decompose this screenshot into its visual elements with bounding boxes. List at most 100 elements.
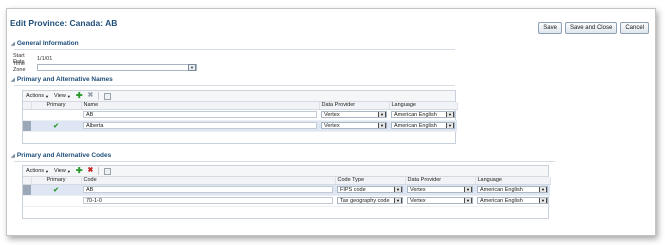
caret-down-icon: ▼ <box>66 168 71 174</box>
col-code[interactable]: Code <box>81 177 336 185</box>
time-zone-select[interactable]: ▼ <box>37 63 197 71</box>
provider-cell: Vertex ▼ <box>319 109 389 121</box>
codes-toolbar: Actions ▼ View ▼ ✚ ✖ <box>23 166 548 177</box>
name-input[interactable]: AB <box>83 111 317 118</box>
row-marker[interactable] <box>23 120 31 132</box>
provider-cell: Vertex ▼ <box>405 184 475 196</box>
language-cell: American English ▼ <box>389 120 457 132</box>
cancel-button[interactable]: Cancel <box>620 22 649 34</box>
time-zone-label: Time Zone <box>13 61 26 73</box>
disclosure-triangle-icon[interactable]: ◢ <box>11 41 15 47</box>
name-input[interactable]: Alberta <box>83 122 317 129</box>
data-provider-value: Vertex <box>324 123 340 129</box>
table-row[interactable]: 70-1-0 Tax geography code ▼ Vertex ▼ Ameri… <box>23 195 550 207</box>
caret-down-icon: ▼ <box>45 93 50 99</box>
chevron-down-icon[interactable]: ▼ <box>539 198 547 203</box>
provider-cell: Vertex ▼ <box>405 195 475 207</box>
language-cell: American English ▼ <box>475 184 550 196</box>
section-divider <box>14 49 455 50</box>
row-marker[interactable] <box>23 184 31 196</box>
disclosure-triangle-icon[interactable]: ◢ <box>11 77 15 83</box>
chevron-down-icon[interactable]: ▼ <box>378 112 386 117</box>
code-type-value: Tax geography code <box>340 198 390 204</box>
primary-cell: ✔ <box>31 184 81 196</box>
name-cell: AB <box>81 109 319 121</box>
codes-section-title: Primary and Alternative Codes <box>16 152 112 159</box>
plus-icon[interactable]: ✚ <box>76 92 83 100</box>
col-primary[interactable]: Primary <box>31 102 82 110</box>
top-button-bar: Save Save and Close Cancel <box>538 22 649 34</box>
code-cell: 70-1-0 <box>81 195 335 207</box>
actions-menu[interactable]: Actions ▼ <box>26 168 49 174</box>
col-primary[interactable]: Primary <box>31 177 82 185</box>
row-marker[interactable] <box>23 109 31 121</box>
primary-cell: ✔ <box>31 120 81 132</box>
page-title: Edit Province: Canada: AB <box>10 18 118 28</box>
chevron-down-icon[interactable]: ▼ <box>446 112 454 117</box>
codes-table: Primary Code Code Type Data Provider Lan… <box>23 177 551 207</box>
save-and-close-button[interactable]: Save and Close <box>564 22 618 34</box>
section-divider <box>14 161 555 162</box>
language-select[interactable]: American English ▼ <box>391 122 455 129</box>
checkmark-icon: ✔ <box>53 186 59 194</box>
plus-icon[interactable]: ✚ <box>76 167 83 175</box>
col-language[interactable]: Language <box>475 177 551 185</box>
data-provider-select[interactable]: Vertex ▼ <box>321 111 387 118</box>
row-marker[interactable] <box>23 195 31 207</box>
language-value: American English <box>394 123 437 129</box>
x-icon[interactable]: ✖ <box>88 167 94 175</box>
names-section-title: Primary and Alternative Names <box>16 76 113 83</box>
chevron-down-icon[interactable]: ▼ <box>394 198 402 203</box>
col-code-type[interactable]: Code Type <box>335 177 406 185</box>
chevron-down-icon[interactable]: ▼ <box>378 123 386 128</box>
actions-menu[interactable]: Actions ▼ <box>26 93 49 99</box>
caret-down-icon: ▼ <box>45 168 50 174</box>
row-marker-header <box>23 102 32 110</box>
actions-menu-label: Actions <box>26 168 45 174</box>
code-type-cell: Tax geography code ▼ <box>335 195 405 207</box>
chevron-down-icon[interactable]: ▼ <box>394 187 402 192</box>
col-data-provider[interactable]: Data Provider <box>405 177 476 185</box>
data-provider-select[interactable]: Vertex ▼ <box>407 197 473 204</box>
view-menu[interactable]: View ▼ <box>54 168 71 174</box>
language-value: American English <box>480 198 523 204</box>
language-select[interactable]: American English ▼ <box>391 111 455 118</box>
disclosure-triangle-icon[interactable]: ◢ <box>11 153 15 159</box>
codes-section-header[interactable]: ◢ Primary and Alternative Codes <box>11 152 111 159</box>
names-section-header[interactable]: ◢ Primary and Alternative Names <box>11 76 113 83</box>
chevron-down-icon[interactable]: ▼ <box>446 123 454 128</box>
code-type-select[interactable]: FIPS code ▼ <box>337 186 403 193</box>
code-type-value: FIPS code <box>340 187 366 193</box>
table-row[interactable]: AB Vertex ▼ American English ▼ <box>23 109 457 121</box>
language-value: American English <box>394 112 437 118</box>
col-data-provider[interactable]: Data Provider <box>319 102 390 110</box>
chevron-down-icon[interactable]: ▼ <box>539 187 547 192</box>
chevron-down-icon[interactable]: ▼ <box>188 63 196 71</box>
code-input[interactable]: AB <box>83 186 333 193</box>
table-row[interactable]: ✔ AB FIPS code ▼ Vertex ▼ American English… <box>23 184 550 196</box>
code-type-select[interactable]: Tax geography code ▼ <box>337 197 403 204</box>
view-menu-label: View <box>54 168 66 174</box>
names-toolbar: Actions ▼ View ▼ ✚ ✖ <box>23 91 455 102</box>
language-select[interactable]: American English ▼ <box>477 197 548 204</box>
detach-icon[interactable] <box>104 167 112 175</box>
x-icon[interactable]: ✖ <box>88 92 94 100</box>
col-language[interactable]: Language <box>389 102 458 110</box>
language-cell: American English ▼ <box>389 109 457 121</box>
data-provider-select[interactable]: Vertex ▼ <box>321 122 387 129</box>
table-row[interactable]: ✔ Alberta Vertex ▼ American English ▼ <box>23 120 457 132</box>
codes-table-panel: Actions ▼ View ▼ ✚ ✖ Primary Code Code T… <box>22 165 551 219</box>
data-provider-select[interactable]: Vertex ▼ <box>407 186 473 193</box>
checkmark-icon: ✔ <box>53 122 59 130</box>
data-provider-value: Vertex <box>324 112 340 118</box>
detach-icon[interactable] <box>104 92 112 100</box>
general-info-header[interactable]: ◢ General Information <box>11 40 79 47</box>
language-select[interactable]: American English ▼ <box>477 186 548 193</box>
general-info-title: General Information <box>16 40 79 47</box>
chevron-down-icon[interactable]: ▼ <box>464 198 472 203</box>
save-button[interactable]: Save <box>538 22 562 34</box>
chevron-down-icon[interactable]: ▼ <box>464 187 472 192</box>
code-input[interactable]: 70-1-0 <box>83 197 333 204</box>
col-name[interactable]: Name <box>81 102 320 110</box>
view-menu[interactable]: View ▼ <box>54 93 71 99</box>
